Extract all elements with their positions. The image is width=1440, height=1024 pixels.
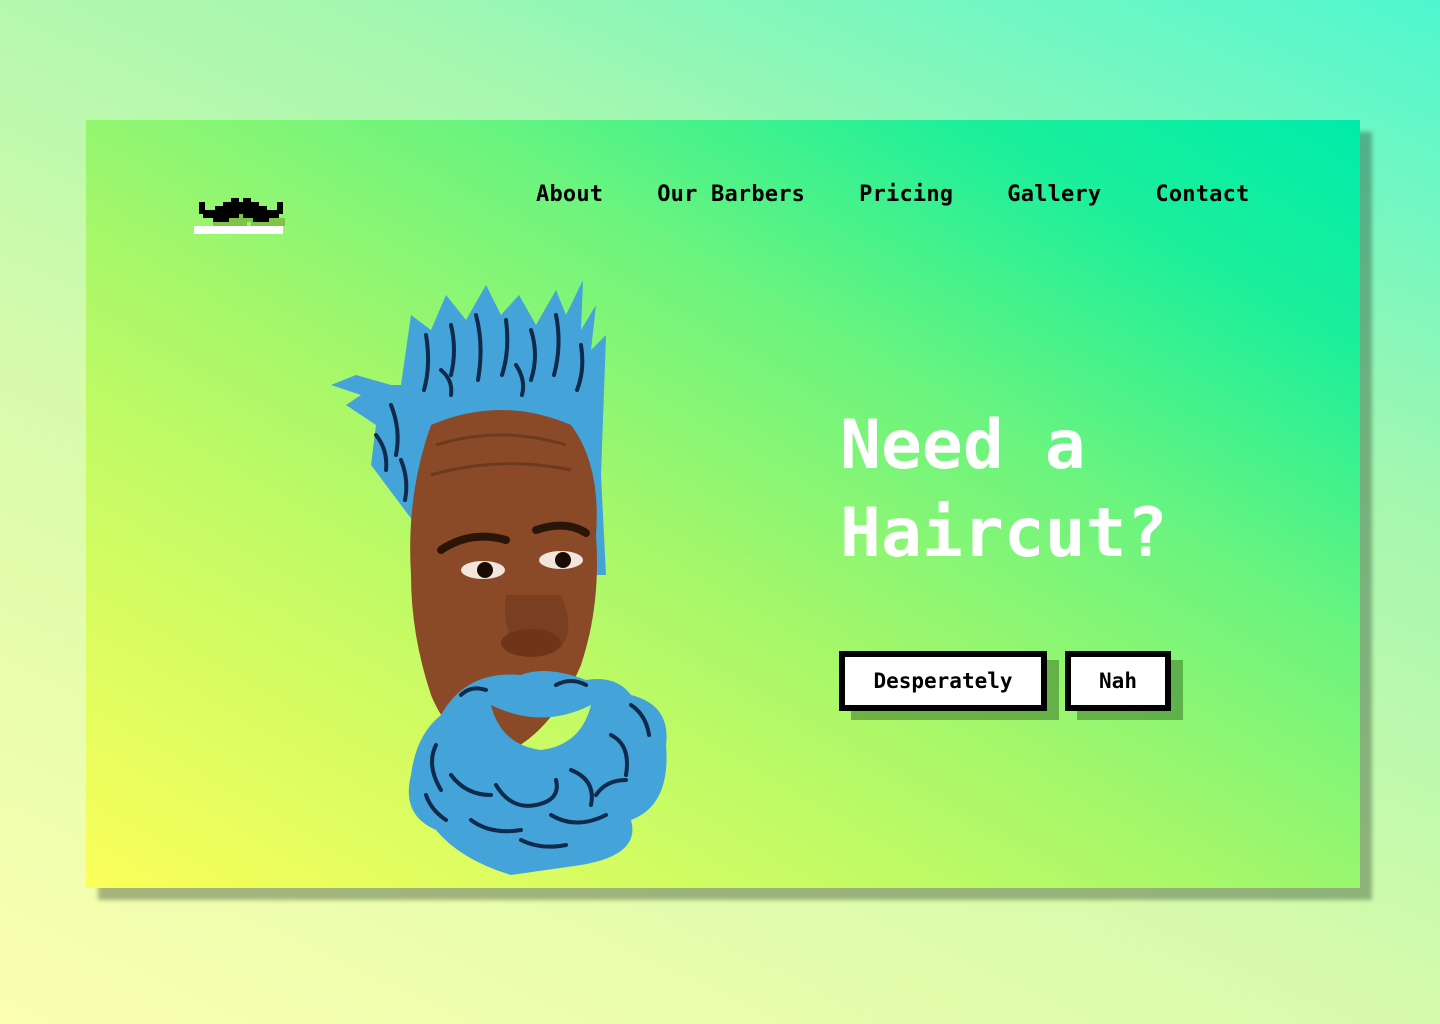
hero-headline: Need a Haircut? [840, 406, 1168, 573]
nav-about[interactable]: About [536, 182, 603, 207]
nav-our-barbers[interactable]: Our Barbers [657, 182, 805, 207]
nav-gallery[interactable]: Gallery [1007, 182, 1101, 207]
nav-contact[interactable]: Contact [1155, 182, 1249, 207]
logo-underline [194, 226, 283, 234]
nah-button[interactable]: Nah [1065, 651, 1171, 711]
landing-card: About Our Barbers Pricing Gallery Contac… [86, 120, 1360, 888]
nav-pricing[interactable]: Pricing [859, 182, 953, 207]
bearded-man-portrait-illustration [331, 280, 667, 875]
desperately-button[interactable]: Desperately [839, 651, 1047, 711]
main-nav: About Our Barbers Pricing Gallery Contac… [536, 182, 1250, 207]
